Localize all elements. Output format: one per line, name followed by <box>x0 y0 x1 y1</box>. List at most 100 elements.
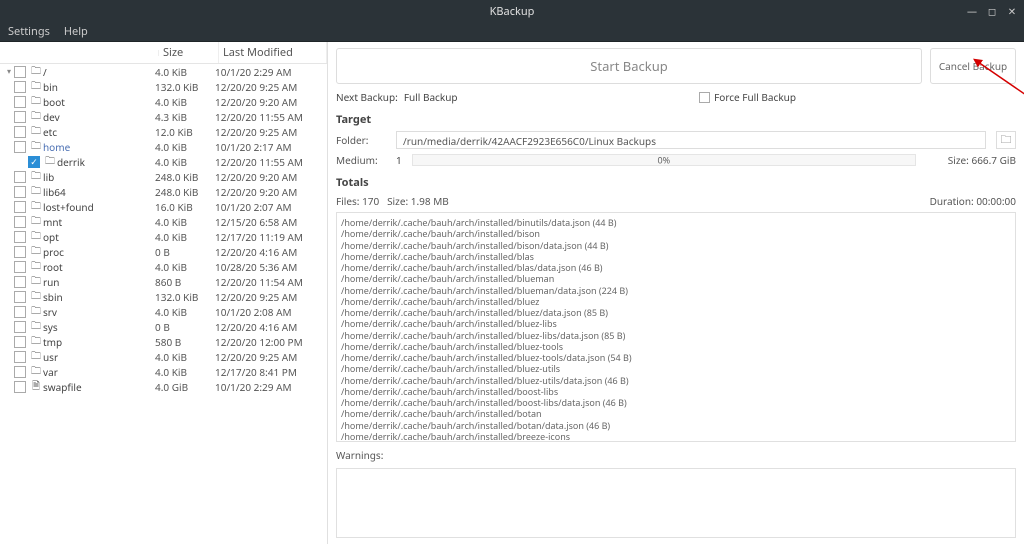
tree-item-modified: 12/20/20 11:55 AM <box>215 155 323 169</box>
tree-header-modified[interactable]: Last Modified <box>219 42 327 63</box>
tree-item-size: 4.0 KiB <box>155 95 215 109</box>
cancel-backup-button[interactable]: Cancel Backup <box>930 48 1016 84</box>
checkbox-icon[interactable] <box>14 126 26 138</box>
menu-settings[interactable]: Settings <box>8 24 50 39</box>
tree-row[interactable]: ▸🗀srv4.0 KiB10/1/20 2:08 AM <box>0 304 327 319</box>
tree-row[interactable]: ▸🗀root4.0 KiB10/28/20 5:36 AM <box>0 259 327 274</box>
tree-item-size: 248.0 KiB <box>155 185 215 199</box>
expander-icon[interactable]: ▾ <box>4 66 14 77</box>
checkbox-icon[interactable] <box>14 351 26 363</box>
tree-item-modified: 10/1/20 2:29 AM <box>215 65 323 79</box>
tree-item-name: proc <box>43 245 155 259</box>
tree-item-name: home <box>43 140 155 154</box>
tree-row[interactable]: ▸🗀sbin132.0 KiB12/20/20 9:25 AM <box>0 289 327 304</box>
tree-item-size: 4.0 KiB <box>155 215 215 229</box>
checkbox-icon[interactable] <box>14 81 26 93</box>
file-tree-panel: Size Last Modified ▾🗀/4.0 KiB10/1/20 2:2… <box>0 42 328 544</box>
checkbox-icon[interactable] <box>14 336 26 348</box>
tree-item-size: 4.0 GiB <box>155 380 215 394</box>
tree-row[interactable]: ▸🗀mnt4.0 KiB12/15/20 6:58 AM <box>0 214 327 229</box>
menu-help[interactable]: Help <box>64 24 88 39</box>
log-output[interactable]: /home/derrik/.cache/bauh/arch/installed/… <box>336 212 1016 442</box>
checkbox-icon[interactable] <box>14 381 26 393</box>
warnings-output[interactable] <box>336 468 1016 538</box>
force-full-backup-checkbox[interactable]: Force Full Backup <box>699 90 796 104</box>
tree-row[interactable]: ▸🗀bin132.0 KiB12/20/20 9:25 AM <box>0 79 327 94</box>
checkbox-icon[interactable] <box>14 321 26 333</box>
checkbox-icon[interactable] <box>14 111 26 123</box>
start-backup-button[interactable]: Start Backup <box>336 48 922 84</box>
tree-item-name: tmp <box>43 335 155 349</box>
tree-item-size: 0 B <box>155 245 215 259</box>
tree-item-modified: 12/17/20 11:19 AM <box>215 230 323 244</box>
tree-item-size: 0 B <box>155 320 215 334</box>
tree-row[interactable]: ▸🗀tmp580 B12/20/20 12:00 PM <box>0 334 327 349</box>
tree-item-size: 4.0 KiB <box>155 305 215 319</box>
tree-header-size[interactable]: Size <box>159 42 219 63</box>
tree-item-modified: 12/20/20 11:54 AM <box>215 275 323 289</box>
checkbox-icon[interactable] <box>14 231 26 243</box>
tree-item-modified: 12/20/20 9:20 AM <box>215 95 323 109</box>
tree-row[interactable]: ▸🗀proc0 B12/20/20 4:16 AM <box>0 244 327 259</box>
tree-row[interactable]: ▸🗀lost+found16.0 KiB10/1/20 2:07 AM <box>0 199 327 214</box>
tree-row[interactable]: ▸🗀var4.0 KiB12/17/20 8:41 PM <box>0 364 327 379</box>
totals-duration: Duration: 00:00:00 <box>930 194 1016 208</box>
checkbox-icon[interactable] <box>14 261 26 273</box>
maximize-icon[interactable]: ◻ <box>986 4 998 18</box>
tree-row[interactable]: ▸🗀boot4.0 KiB12/20/20 9:20 AM <box>0 94 327 109</box>
checkbox-icon[interactable] <box>14 366 26 378</box>
tree-row[interactable]: ▾🗀/4.0 KiB10/1/20 2:29 AM <box>0 64 327 79</box>
tree-item-modified: 10/1/20 2:08 AM <box>215 305 323 319</box>
window-titlebar: KBackup — ◻ ✕ <box>0 0 1024 22</box>
target-size: Size: 666.7 GiB <box>926 153 1016 167</box>
close-icon[interactable]: ✕ <box>1006 4 1018 18</box>
folder-browse-button[interactable]: 🗀 <box>996 131 1016 149</box>
checkbox-icon[interactable]: ✓ <box>28 156 40 168</box>
tree-header: Size Last Modified <box>0 42 327 64</box>
tree-item-size: 12.0 KiB <box>155 125 215 139</box>
tree-item-size: 132.0 KiB <box>155 80 215 94</box>
tree-row[interactable]: ▸🗀opt4.0 KiB12/17/20 11:19 AM <box>0 229 327 244</box>
tree-item-name: usr <box>43 350 155 364</box>
checkbox-icon[interactable] <box>14 306 26 318</box>
tree-row[interactable]: ▸🗀lib64248.0 KiB12/20/20 9:20 AM <box>0 184 327 199</box>
checkbox-icon[interactable] <box>14 171 26 183</box>
tree-item-modified: 12/20/20 11:55 AM <box>215 110 323 124</box>
tree-item-size: 4.0 KiB <box>155 65 215 79</box>
tree-row[interactable]: 🗎swapfile4.0 GiB10/1/20 2:29 AM <box>0 379 327 394</box>
tree-item-name: derrik <box>57 155 155 169</box>
tree-item-name: lib64 <box>43 185 155 199</box>
checkbox-icon[interactable] <box>14 96 26 108</box>
tree-row[interactable]: ▸🗀usr4.0 KiB12/20/20 9:25 AM <box>0 349 327 364</box>
tree-item-size: 4.0 KiB <box>155 230 215 244</box>
tree-item-size: 4.0 KiB <box>155 155 215 169</box>
tree-row[interactable]: ▸🗀dev4.3 KiB12/20/20 11:55 AM <box>0 109 327 124</box>
tree-row[interactable]: ▸🗀run860 B12/20/20 11:54 AM <box>0 274 327 289</box>
checkbox-icon[interactable] <box>14 201 26 213</box>
menubar: Settings Help <box>0 22 1024 42</box>
tree-header-name[interactable] <box>0 50 159 56</box>
checkbox-icon[interactable] <box>14 246 26 258</box>
checkbox-icon[interactable] <box>14 216 26 228</box>
checkbox-icon[interactable] <box>14 141 26 153</box>
checkbox-icon[interactable] <box>14 291 26 303</box>
checkbox-icon[interactable] <box>14 186 26 198</box>
window-buttons: — ◻ ✕ <box>966 4 1018 18</box>
tree-row[interactable]: ▸🗀lib248.0 KiB12/20/20 9:20 AM <box>0 169 327 184</box>
tree-item-size: 132.0 KiB <box>155 290 215 304</box>
file-tree[interactable]: ▾🗀/4.0 KiB10/1/20 2:29 AM▸🗀bin132.0 KiB1… <box>0 64 327 544</box>
force-full-backup-label: Force Full Backup <box>714 90 796 104</box>
folder-label: Folder: <box>336 133 386 147</box>
tree-item-size: 16.0 KiB <box>155 200 215 214</box>
tree-item-modified: 12/20/20 12:00 PM <box>215 335 323 349</box>
tree-item-modified: 10/28/20 5:36 AM <box>215 260 323 274</box>
tree-row[interactable]: ▸✓🗀derrik4.0 KiB12/20/20 11:55 AM <box>0 154 327 169</box>
checkbox-icon[interactable] <box>14 276 26 288</box>
tree-item-size: 4.0 KiB <box>155 365 215 379</box>
minimize-icon[interactable]: — <box>966 4 978 18</box>
tree-row[interactable]: ▸🗀etc12.0 KiB12/20/20 9:25 AM <box>0 124 327 139</box>
tree-row[interactable]: ▸🗀sys0 B12/20/20 4:16 AM <box>0 319 327 334</box>
tree-item-name: var <box>43 365 155 379</box>
checkbox-icon[interactable] <box>14 66 26 78</box>
folder-input[interactable]: /run/media/derrik/42AACF2923E656C0/Linux… <box>396 131 986 149</box>
